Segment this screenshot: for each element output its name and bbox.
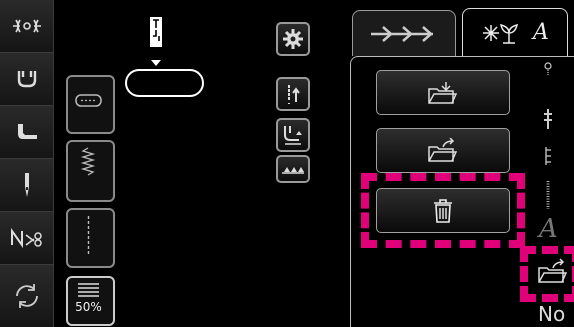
needle-up-down-button[interactable] <box>276 77 310 111</box>
stitch-preview-slot[interactable] <box>125 69 204 97</box>
needle-updown-icon <box>288 85 300 104</box>
buttonhole-icon <box>75 94 102 107</box>
thread-tension-button[interactable] <box>0 0 53 53</box>
presser-foot-lift-button[interactable] <box>276 118 310 152</box>
foot-lift-icon <box>284 126 302 145</box>
straight-stitch-icon <box>87 216 90 256</box>
highlight-delete <box>361 173 525 248</box>
foot-pressure-button[interactable] <box>0 106 53 159</box>
cut-thread-button[interactable] <box>0 212 53 265</box>
save-file-button[interactable] <box>376 128 510 173</box>
presser-foot-icon <box>17 71 36 88</box>
stitch-type-icon-2 <box>544 109 552 129</box>
zigzag-stitch-icon <box>80 147 96 176</box>
tab-font-selection[interactable]: A <box>462 8 568 56</box>
open-file-button[interactable] <box>376 70 510 115</box>
folder-open-icon <box>428 81 458 104</box>
settings-button[interactable] <box>276 22 310 56</box>
straight-stitch-button[interactable] <box>66 208 115 268</box>
stitch-type-icon-4 <box>546 181 550 209</box>
side-bottom-text: No <box>538 302 566 326</box>
stitch-type-icon-1 <box>544 62 552 76</box>
zoom-label: 50% <box>75 300 102 314</box>
side-font-letter: A <box>539 214 558 244</box>
needle-position-icon <box>150 17 162 47</box>
presser-foot-button[interactable] <box>0 53 53 106</box>
stitch-length-icon <box>78 283 99 297</box>
needle-button[interactable] <box>0 159 53 212</box>
needle-icon <box>24 173 29 197</box>
gear-icon <box>283 29 303 49</box>
reset-icon <box>15 284 38 308</box>
buttonhole-stitch-button[interactable] <box>66 75 115 134</box>
reset-button[interactable] <box>0 265 53 327</box>
stitch-type-icon-3 <box>545 147 551 165</box>
cut-thread-icon <box>10 227 42 249</box>
tab-stitch-sequence[interactable] <box>352 10 456 56</box>
zigzag-stitch-button[interactable] <box>66 140 115 202</box>
foot-pressure-icon <box>17 124 37 139</box>
folder-save-icon <box>428 137 458 162</box>
side-folder-icon[interactable] <box>536 258 570 286</box>
flower-icon <box>483 23 519 44</box>
arrows-icon <box>371 25 433 42</box>
zoom-button[interactable]: 50% <box>66 276 115 326</box>
position-marker-icon <box>151 60 161 66</box>
left-toolbar <box>0 0 54 327</box>
thread-tension-icon <box>12 19 41 33</box>
feed-dog-icon <box>282 167 304 174</box>
feed-dog-button[interactable] <box>276 155 310 183</box>
font-tab-letter: A <box>533 20 549 45</box>
